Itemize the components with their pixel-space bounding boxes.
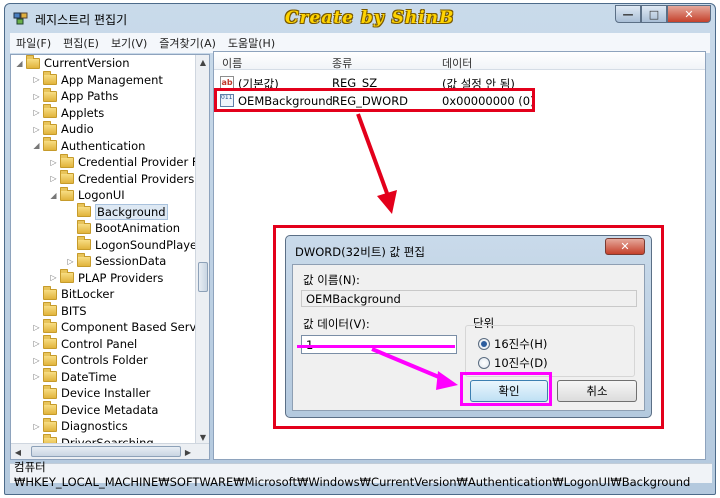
annotation-arrows <box>356 113 458 390</box>
magenta-arrow <box>371 347 458 390</box>
red-arrow <box>356 113 397 214</box>
